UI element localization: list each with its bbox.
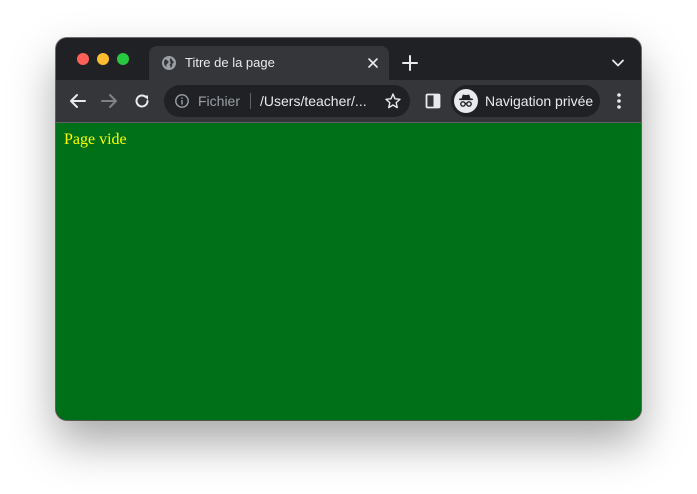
tab-active[interactable]: Titre de la page: [149, 46, 389, 80]
close-window-button[interactable]: [77, 53, 89, 65]
close-tab-icon[interactable]: [365, 55, 381, 71]
tab-title: Titre de la page: [185, 55, 275, 70]
info-icon[interactable]: [174, 93, 190, 109]
bookmark-star-icon[interactable]: [384, 92, 402, 110]
more-vert-icon[interactable]: [612, 91, 626, 111]
incognito-icon: [454, 89, 478, 113]
forward-arrow-icon[interactable]: [99, 91, 119, 111]
globe-icon: [161, 55, 177, 71]
page-content: Page vide: [56, 122, 641, 420]
back-arrow-icon[interactable]: [68, 91, 88, 111]
address-divider: [250, 93, 251, 109]
minimize-window-button[interactable]: [97, 53, 109, 65]
new-tab-icon[interactable]: [401, 54, 419, 72]
tab-strip: Titre de la page: [56, 38, 641, 80]
scheme-label: Fichier: [198, 93, 241, 109]
browser-window: Titre de la page Fichier /Users/teacher/…: [56, 38, 641, 420]
tab-search-chevron-icon[interactable]: [611, 56, 625, 70]
address-bar[interactable]: Fichier /Users/teacher/...: [164, 85, 410, 117]
url-text[interactable]: /Users/teacher/...: [260, 93, 367, 109]
page-body-text: Page vide: [64, 131, 127, 148]
reload-icon[interactable]: [132, 91, 152, 111]
incognito-label: Navigation privée: [485, 93, 594, 109]
browser-toolbar: Fichier /Users/teacher/... Navigation pr…: [56, 80, 641, 122]
side-panel-icon[interactable]: [424, 92, 442, 110]
incognito-profile-chip[interactable]: Navigation privée: [451, 85, 600, 117]
zoom-window-button[interactable]: [117, 53, 129, 65]
